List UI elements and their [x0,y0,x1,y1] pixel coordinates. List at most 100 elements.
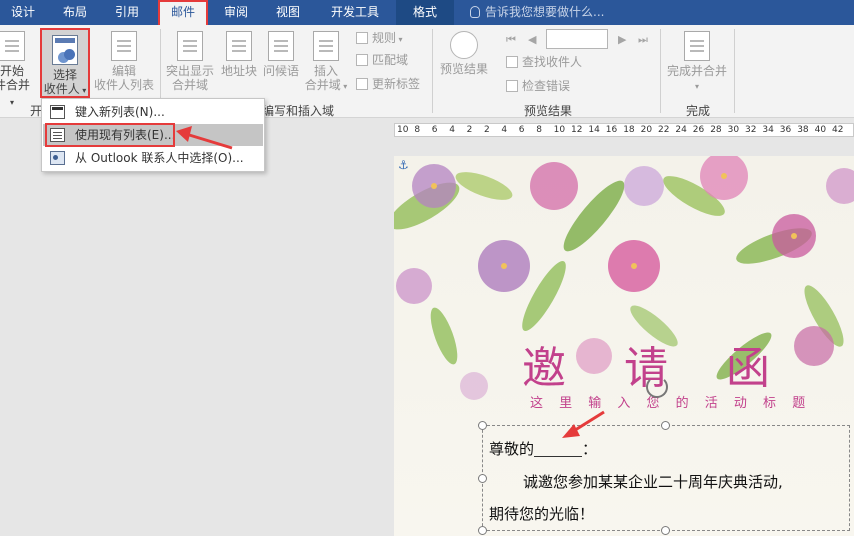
previous-record-icon[interactable]: ◀ [528,33,536,46]
tab-review[interactable]: 审阅 [214,0,258,25]
ruler-tick-label: 6 [518,125,525,135]
tab-layout[interactable]: 布局 [52,0,98,25]
ruler-tick-label: 14 [588,125,600,135]
document-page[interactable]: 邀 请 函 这 里 输 入 您 的 活 动 标 题 尊敬的： 诚邀您参加某某企业… [394,156,854,536]
insert-field-label-2: 合并域 [304,78,341,92]
edit-recipients-label-2: 收件人列表 [93,78,154,92]
group-separator [734,29,735,113]
ruler-tick-label: 30 [727,125,740,135]
find-recipient-label: 查找收件人 [522,55,583,69]
menu-item-type-new-list[interactable]: 键入新列表(N)... [43,101,263,123]
ruler-tick-label: 2 [484,125,490,135]
ruler-tick-label: 4 [501,125,508,135]
new-list-icon [50,105,65,119]
resize-handle[interactable] [478,421,487,430]
edit-recipient-list-button[interactable]: 编辑 收件人列表 [92,31,156,92]
tell-me-box[interactable]: 告诉我您想要做什么... [470,0,604,25]
tab-references[interactable]: 引用 [104,0,150,25]
edit-recipients-label-1: 编辑 [111,64,136,78]
finish-merge-button[interactable]: 完成并合并 ▾ [664,31,730,94]
start-mail-merge-button[interactable]: 开始 件合并 ▾ [0,31,32,110]
ruler-tick-label: 20 [640,125,653,135]
select-recipients-label-1: 选择 [52,68,77,82]
preview-results-label: 预览结果 [439,62,488,76]
ruler-tick-label: 8 [414,125,421,135]
first-record-icon[interactable]: ⏮ [506,33,516,47]
preview-results-button[interactable]: 预览结果 [436,31,492,76]
menu-item-choose-outlook[interactable]: 从 Outlook 联系人中选择(O)... [43,147,263,169]
address-block-button[interactable]: 地址块 [218,31,260,78]
resize-handle[interactable] [478,526,487,535]
resize-handle[interactable] [478,474,487,483]
ruler-tick-label: 16 [605,125,618,135]
start-mail-merge-icon [0,31,25,61]
horizontal-ruler[interactable]: 10 8 6 4 2 2 4 6 8 10 12 14 16 18 20 22 24 26 28 30 32 34 36 38… [394,123,854,137]
start-merge-label-2: 件合并 [0,78,30,92]
check-errors-icon [506,80,518,92]
menu-item-label: 键入新列表(N)... [75,105,165,119]
rules-label: 规则 [372,31,397,45]
greeting-line-button[interactable]: 问候语 [260,31,302,78]
tab-view[interactable]: 视图 [266,0,310,25]
select-recipients-button[interactable]: 选择 收件人 ▾ [40,28,90,98]
check-errors-button[interactable]: 检查错误 [506,77,570,95]
resize-handle[interactable] [661,526,670,535]
ruler-tick-label: 32 [745,125,757,135]
insert-merge-field-button[interactable]: 插入 合并域 ▾ [302,31,350,94]
next-record-icon[interactable]: ▶ [618,33,626,46]
find-recipient-button[interactable]: 查找收件人 [506,53,582,71]
edit-list-icon [111,31,137,61]
ruler-tick-label: 6 [431,125,438,135]
tab-developer[interactable]: 开发工具 [318,0,392,25]
select-recipients-icon [52,35,78,65]
rules-button[interactable]: 规则 ▾ [356,29,403,49]
record-number-input[interactable] [546,29,608,49]
lightbulb-icon [470,6,480,18]
ruler-tick-label: 36 [779,125,792,135]
group-separator [660,29,661,113]
match-fields-icon [356,54,368,66]
ruler-tick-label: 24 [675,125,687,135]
group-label-write-insert: 编写和插入域 [262,104,335,118]
last-record-icon[interactable]: ⏭ [638,33,648,47]
outlook-contacts-icon [50,151,65,165]
preview-results-icon [450,31,478,59]
tab-format[interactable]: 格式 [396,0,454,25]
greeting-line-icon [268,31,294,61]
rules-icon [356,32,368,44]
ruler-tick-label: 40 [814,125,827,135]
select-recipients-label-2: 收件人 [43,82,80,96]
group-label-preview: 预览结果 [523,104,572,118]
ruler-tick-label: 18 [623,125,635,135]
finish-merge-label: 完成并合并 [666,64,727,78]
highlight-label-1: 突出显示 [165,64,214,78]
match-fields-label: 匹配域 [372,53,409,67]
event-subtitle: 这 里 输 入 您 的 活 动 标 题 [530,396,812,411]
match-fields-button[interactable]: 匹配域 [356,51,408,69]
check-errors-label: 检查错误 [522,79,571,93]
highlight-box [45,123,175,147]
ruler-tick-label: 22 [658,125,670,135]
group-separator [432,29,433,113]
ruler-tick-label: 26 [692,125,705,135]
tab-mailings[interactable]: 邮件 [158,0,208,25]
update-labels-label: 更新标签 [372,77,421,91]
insert-field-label-1: 插入 [313,64,338,78]
anchor-icon: ⚓ [398,158,409,172]
tab-design[interactable]: 设计 [0,0,46,25]
update-labels-button[interactable]: 更新标签 [356,75,420,93]
resize-handle[interactable] [661,421,670,430]
salutation-line: 尊敬的 ： [489,438,597,459]
highlight-fields-icon [177,31,203,61]
word-window: 设计 布局 引用 邮件 审阅 视图 开发工具 格式 告诉我您想要做什么... 开… [0,0,854,536]
rotate-handle-icon[interactable] [646,376,668,398]
find-recipient-icon [506,56,518,68]
text-box[interactable]: 尊敬的 ： 诚邀您参加某某企业二十周年庆典活动, 期待您的光临！ [478,421,850,535]
ruler-tick-label: 10 [553,125,566,135]
recipient-name-blank[interactable] [534,441,583,457]
salutation-colon: ： [582,440,598,458]
tell-me-text: 告诉我您想要做什么... [485,5,605,19]
highlight-label-2: 合并域 [171,78,208,92]
greeting-line-label: 问候语 [262,64,299,78]
highlight-merge-fields-button[interactable]: 突出显示 合并域 [164,31,216,92]
